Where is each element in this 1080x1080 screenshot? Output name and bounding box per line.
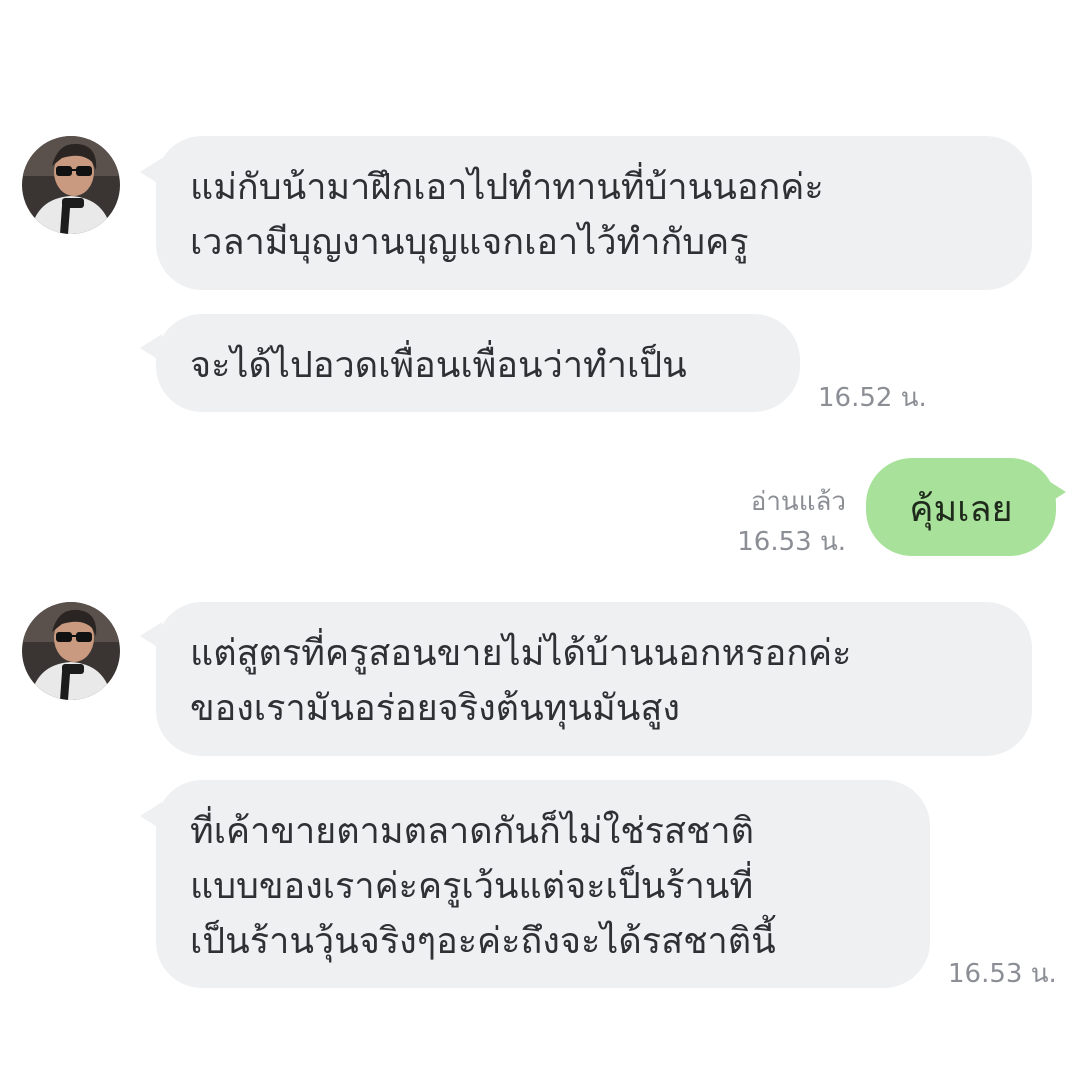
message-text: จะได้ไปอวดเพื่อนเพื่อนว่าทำเป็น bbox=[190, 345, 687, 386]
avatar-photo-icon bbox=[22, 136, 120, 234]
message-timestamp: 16.53 น. bbox=[737, 527, 846, 557]
message-text: แม่กับน้ามาฝึกเอาไปทำทานที่บ้านนอกค่ะ bbox=[190, 167, 824, 208]
bubble-tail bbox=[1044, 478, 1066, 506]
sent-message-bubble[interactable]: คุ้มเลย bbox=[866, 458, 1056, 556]
avatar-photo-icon bbox=[22, 602, 120, 700]
message-bubble[interactable]: แม่กับน้ามาฝึกเอาไปทำทานที่บ้านนอกค่ะ เว… bbox=[156, 136, 1032, 290]
message-text: ที่เค้าขายตามตลาดกันก็ไม่ใช่รสชาติ bbox=[190, 811, 754, 852]
message-text: คุ้มเลย bbox=[909, 489, 1013, 530]
sender-avatar[interactable] bbox=[22, 136, 120, 234]
message-timestamp: 16.53 น. bbox=[948, 959, 1057, 989]
message-timestamp: 16.52 น. bbox=[818, 383, 927, 413]
message-bubble[interactable]: แต่สูตรที่ครูสอนขายไม่ได้บ้านนอกหรอกค่ะ … bbox=[156, 602, 1032, 756]
message-bubble[interactable]: ที่เค้าขายตามตลาดกันก็ไม่ใช่รสชาติ แบบขอ… bbox=[156, 780, 930, 988]
message-bubble[interactable]: จะได้ไปอวดเพื่อนเพื่อนว่าทำเป็น bbox=[156, 314, 800, 412]
read-status: อ่านแล้ว bbox=[750, 487, 846, 517]
sender-avatar[interactable] bbox=[22, 602, 120, 700]
message-text: ของเรามันอร่อยจริงต้นทุนมันสูง bbox=[190, 688, 680, 729]
message-text: แบบของเราค่ะครูเว้นแต่จะเป็นร้านที่ bbox=[190, 866, 754, 907]
message-text: แต่สูตรที่ครูสอนขายไม่ได้บ้านนอกหรอกค่ะ bbox=[190, 633, 852, 674]
message-text: เวลามีบุญงานบุญแจกเอาไว้ทำกับครู bbox=[190, 222, 749, 263]
message-text: เป็นร้านวุ้นจริงๆอะค่ะถึงจะได้รสชาตินี้ bbox=[190, 921, 776, 962]
